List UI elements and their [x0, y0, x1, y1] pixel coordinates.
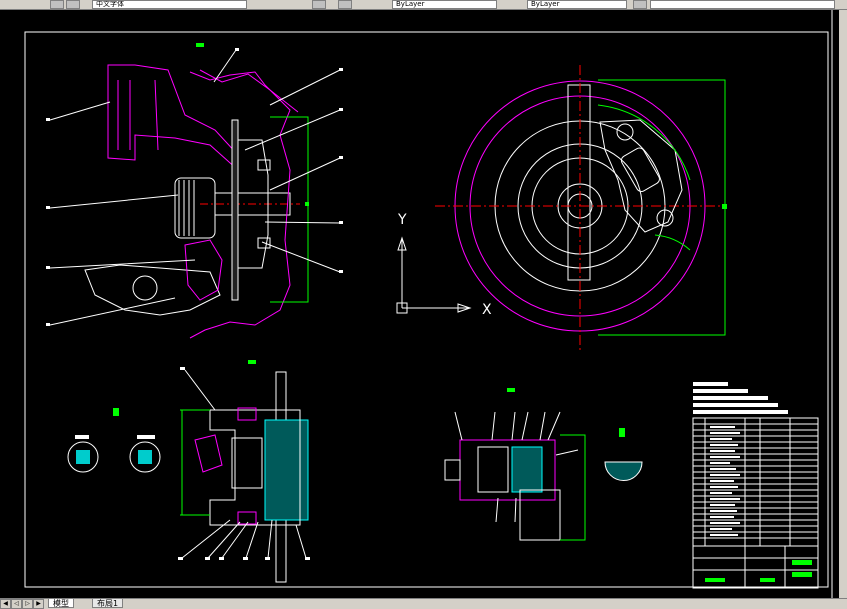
hub-section-view [46, 43, 343, 339]
first-tab-button[interactable]: ◀ [0, 599, 11, 609]
view-label-a [196, 43, 204, 47]
pad-hatch [264, 419, 309, 521]
plotstyle-dropdown[interactable] [650, 0, 835, 9]
seal-hatch [511, 446, 543, 493]
seal-detail-label [619, 428, 625, 437]
vertical-scrollbar[interactable] [839, 10, 847, 598]
cylinder-bore [477, 446, 509, 493]
caliper-pin-top [616, 123, 634, 141]
cv-boot-rings [178, 180, 195, 236]
detail-label-2 [137, 435, 155, 439]
lower-arm [84, 264, 221, 316]
spoke-vertical [567, 84, 591, 281]
layer-value: ByLayer [396, 0, 425, 8]
new-file-icon[interactable] [50, 0, 64, 9]
caliper-section-view [178, 360, 310, 583]
layer-dropdown[interactable]: ByLayer [392, 0, 497, 9]
prev-tab-button[interactable]: ◁ [11, 599, 22, 609]
title-block [692, 382, 819, 589]
seal-detail-shape [604, 461, 643, 481]
disc-dim-box [598, 79, 726, 336]
fitting [444, 459, 461, 481]
seal-detail [604, 428, 643, 481]
hub-flange [231, 119, 239, 301]
caliper-dim [180, 409, 210, 516]
caliper-piston [620, 147, 660, 192]
bleeder [194, 434, 223, 473]
lineweight-icon[interactable] [633, 0, 647, 9]
last-tab-button[interactable]: ▶ [33, 599, 44, 609]
bracket [519, 489, 561, 541]
detail-hatch-2 [138, 450, 152, 464]
ucs-x-label: X [482, 302, 492, 318]
text-style-dropdown[interactable]: 中文字体 [92, 0, 247, 9]
section-label [248, 360, 256, 364]
dim-grip [305, 202, 309, 206]
detail-hatch-1 [76, 450, 90, 464]
knuckle-outline [107, 64, 239, 172]
text-style-value: 中文字体 [96, 0, 124, 8]
knuckle-ribs [117, 79, 159, 151]
disc-dim-grip [722, 204, 727, 209]
detail-label-1 [75, 435, 89, 439]
rim-inner [199, 69, 299, 113]
ucs-icon: Y X [396, 212, 492, 318]
wheel-rim [189, 71, 291, 339]
left-leaders [49, 101, 196, 326]
disc-front-view [435, 65, 727, 350]
bolt-bottom [237, 511, 257, 525]
linetype-dropdown[interactable]: ByLayer [527, 0, 627, 9]
cv-boot [174, 177, 216, 239]
linetype-value: ByLayer [531, 0, 560, 8]
pencil-icon[interactable] [312, 0, 326, 9]
toolbar: 中文字体 ByLayer ByLayer [0, 0, 847, 10]
next-tab-button[interactable]: ▷ [22, 599, 33, 609]
detail-views [67, 408, 161, 473]
ball-joint [132, 275, 158, 301]
ucs-y-label: Y [397, 212, 407, 228]
disc-arc-dim-2 [654, 234, 691, 251]
piston-label [507, 388, 515, 392]
open-file-icon[interactable] [66, 0, 80, 9]
title-block-labels [705, 560, 812, 582]
detail-marker [113, 408, 119, 416]
outer-frame [24, 31, 829, 588]
piston-section [231, 437, 263, 489]
parts-list-header [693, 382, 788, 414]
piston-section-view [444, 388, 586, 541]
layer-icon[interactable] [338, 0, 352, 9]
bearing-top [257, 159, 271, 171]
cad-drawing[interactable]: Y X [0, 10, 847, 598]
drawing-canvas[interactable]: Y X [0, 10, 847, 598]
